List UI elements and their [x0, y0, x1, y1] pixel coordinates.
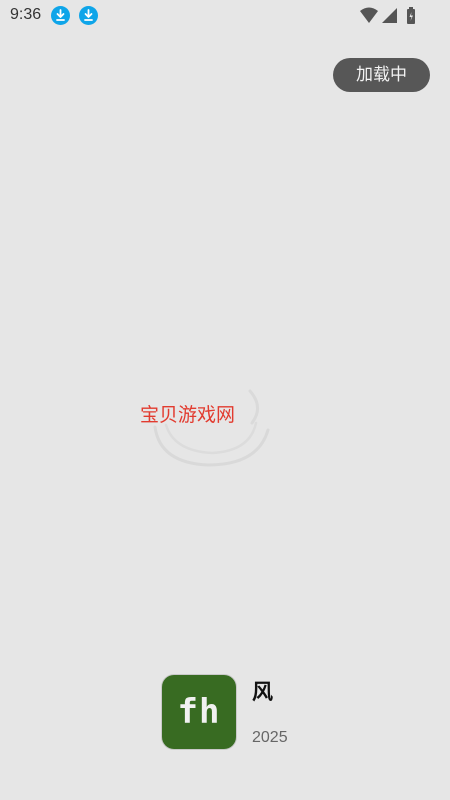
status-bar: 9:36: [0, 0, 450, 32]
splash-logo-text: 宝贝游戏网: [140, 404, 236, 426]
system-tray: [360, 7, 415, 24]
download-icon: [51, 6, 70, 25]
battery-charging-icon: [407, 7, 415, 24]
signal-icon: [382, 8, 397, 23]
download-icon: [79, 6, 98, 25]
splash-logo-icon: [153, 389, 270, 467]
app-title: 风: [252, 680, 273, 704]
loading-badge: 加载中: [333, 58, 430, 92]
status-time: 9:36: [10, 6, 42, 23]
app-date: 2025: [252, 729, 288, 746]
wifi-icon: [360, 7, 378, 23]
app-icon: fh: [162, 675, 236, 749]
